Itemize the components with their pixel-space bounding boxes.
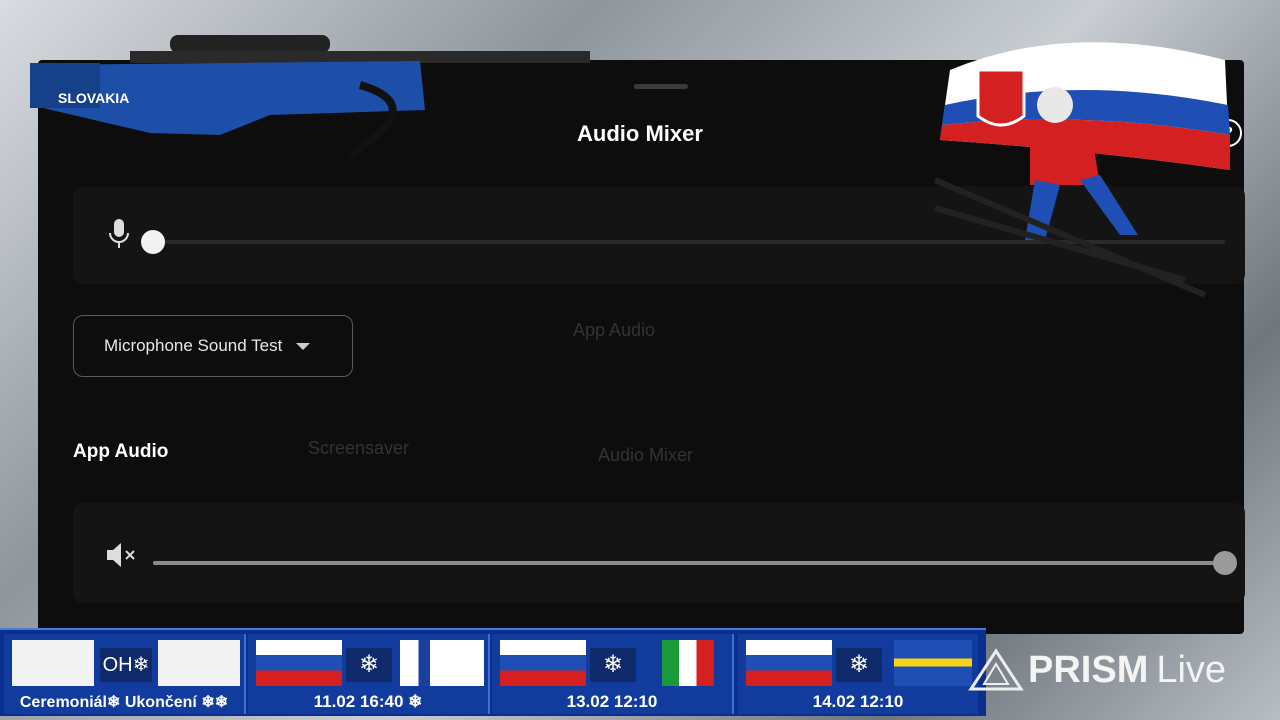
- app-audio-heading: App Audio: [73, 441, 169, 462]
- microphone-icon[interactable]: [107, 218, 131, 250]
- app-audio-card: [73, 503, 1245, 603]
- chevron-down-icon: [296, 342, 311, 350]
- ticker-label: 11.02 16:40 ❄: [313, 692, 423, 711]
- ticker-label: Ceremoniál❄ Ukončení ❄❄: [19, 694, 229, 711]
- events-ticker: OH❄ Ceremoniál❄ Ukončení ❄❄ ❄ 11.02 16:4…: [0, 628, 986, 716]
- slovakia-flag-icon: [500, 640, 586, 686]
- italy-flag-icon: [662, 640, 714, 686]
- speaker-muted-icon[interactable]: [105, 541, 137, 569]
- microphone-sound-test-select[interactable]: Microphone Sound Test: [73, 315, 353, 377]
- sweden-flag-icon: [894, 640, 972, 686]
- ticker-tile: ❄ 14.02 12:10: [738, 634, 978, 714]
- ticker-label: 13.02 12:10: [566, 692, 658, 711]
- ticker-badge: OH❄: [100, 648, 152, 682]
- olympic-rings-icon: [158, 640, 240, 686]
- prism-live-watermark: PRISM Live: [968, 640, 1258, 700]
- slovakia-flag-icon: [746, 640, 832, 686]
- olympic-rings-icon: [12, 640, 94, 686]
- select-value: Microphone Sound Test: [104, 336, 283, 355]
- prism-suffix: Live: [1156, 648, 1227, 691]
- sheet-drag-handle[interactable]: [634, 84, 688, 89]
- snowflake-icon: ❄: [590, 648, 636, 682]
- prism-logo-icon: [968, 648, 1024, 691]
- ticker-label: 14.02 12:10: [812, 692, 904, 711]
- mic-volume-thumb[interactable]: [141, 230, 165, 254]
- ticker-tile: OH❄ Ceremoniál❄ Ukončení ❄❄: [4, 634, 246, 714]
- slovakia-flag-icon: [256, 640, 342, 686]
- rifle-sticker-graphic: SLOVAKIA: [30, 35, 590, 159]
- app-audio-fill: [153, 561, 1225, 565]
- snowflake-icon: ❄: [836, 648, 882, 682]
- ticker-tile: ❄ 11.02 16:40 ❄: [248, 634, 490, 714]
- finland-flag-icon: [400, 640, 484, 686]
- snowflake-icon: ❄: [346, 648, 392, 682]
- rifle-text: SLOVAKIA: [58, 90, 129, 106]
- prism-brand: PRISM: [1028, 648, 1149, 691]
- skier-flag-graphic: [933, 42, 1230, 298]
- app-audio-thumb[interactable]: [1213, 551, 1237, 575]
- ticker-tile: ❄ 13.02 12:10: [492, 634, 734, 714]
